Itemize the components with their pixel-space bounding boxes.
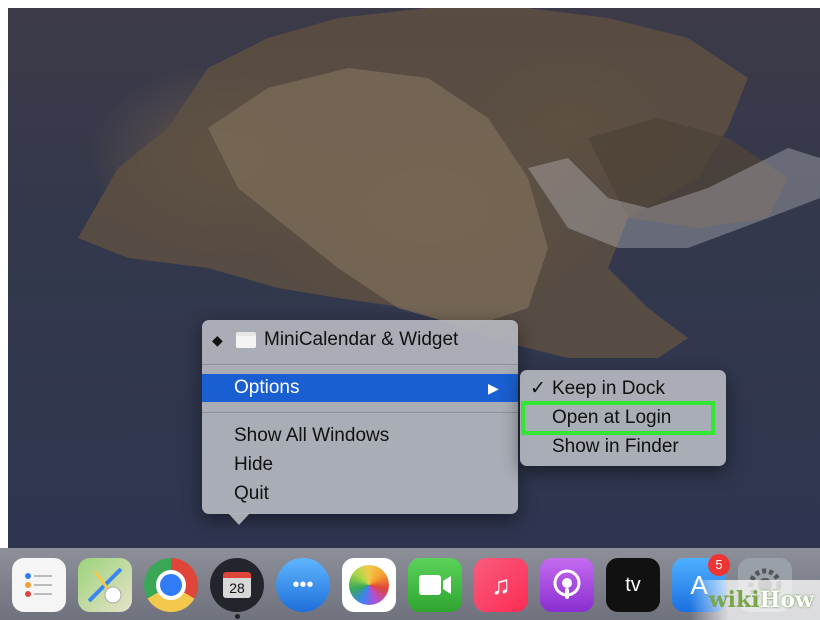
menu-app-title-row: ◆ MiniCalendar & Widget xyxy=(202,326,518,354)
submenu-item-keep-in-dock[interactable]: ✓ Keep in Dock xyxy=(520,375,726,403)
diamond-icon: ◆ xyxy=(212,332,223,348)
menu-separator xyxy=(202,364,518,365)
calendar-icon[interactable]: 28 xyxy=(210,558,264,612)
notification-badge: 5 xyxy=(708,554,730,576)
submenu-arrow-icon: ▶ xyxy=(488,380,499,396)
reminders-icon[interactable] xyxy=(12,558,66,612)
menu-separator xyxy=(202,412,518,413)
menu-item-label: Hide xyxy=(234,454,274,475)
calendar-date-label: 28 xyxy=(223,572,251,598)
wikihow-watermark: wikiHow xyxy=(690,580,820,620)
music-note-icon[interactable]: ♫ xyxy=(474,558,528,612)
submenu-item-label: Show in Finder xyxy=(552,436,679,457)
submenu-item-label: Keep in Dock xyxy=(552,378,666,399)
menu-app-title: MiniCalendar & Widget xyxy=(264,329,459,350)
messages-icon[interactable]: ••• xyxy=(276,558,330,612)
menu-item-hide[interactable]: Hide xyxy=(202,451,518,479)
podcast-icon[interactable] xyxy=(540,558,594,612)
tv-label: tv xyxy=(625,573,641,596)
screenshot-frame: ◆ MiniCalendar & Widget Options ▶ Show A… xyxy=(0,0,820,620)
dock-context-menu: ◆ MiniCalendar & Widget Options ▶ Show A… xyxy=(202,320,518,514)
watermark-how: How xyxy=(759,587,814,613)
menu-pointer xyxy=(228,513,250,525)
menu-item-label: Options xyxy=(234,377,300,398)
menu-item-quit[interactable]: Quit xyxy=(202,480,518,508)
dock: 28 ••• ♫ tv A 5 wikiHow xyxy=(0,548,820,620)
submenu-item-show-in-finder[interactable]: Show in Finder xyxy=(520,433,726,461)
maps-icon[interactable] xyxy=(78,558,132,612)
menu-item-options[interactable]: Options ▶ xyxy=(202,374,518,402)
photos-icon[interactable] xyxy=(342,558,396,612)
watermark-wiki: wiki xyxy=(708,587,760,613)
menu-item-show-all-windows[interactable]: Show All Windows xyxy=(202,422,518,450)
tv-icon[interactable]: tv xyxy=(606,558,660,612)
app-window-icon xyxy=(236,332,256,348)
highlight-box xyxy=(521,401,715,435)
running-indicator xyxy=(235,614,240,619)
menu-item-label: Quit xyxy=(234,483,269,504)
menu-item-label: Show All Windows xyxy=(234,425,390,446)
chrome-icon[interactable] xyxy=(144,558,198,612)
checkmark-icon: ✓ xyxy=(530,378,546,399)
facetime-icon[interactable] xyxy=(408,558,462,612)
